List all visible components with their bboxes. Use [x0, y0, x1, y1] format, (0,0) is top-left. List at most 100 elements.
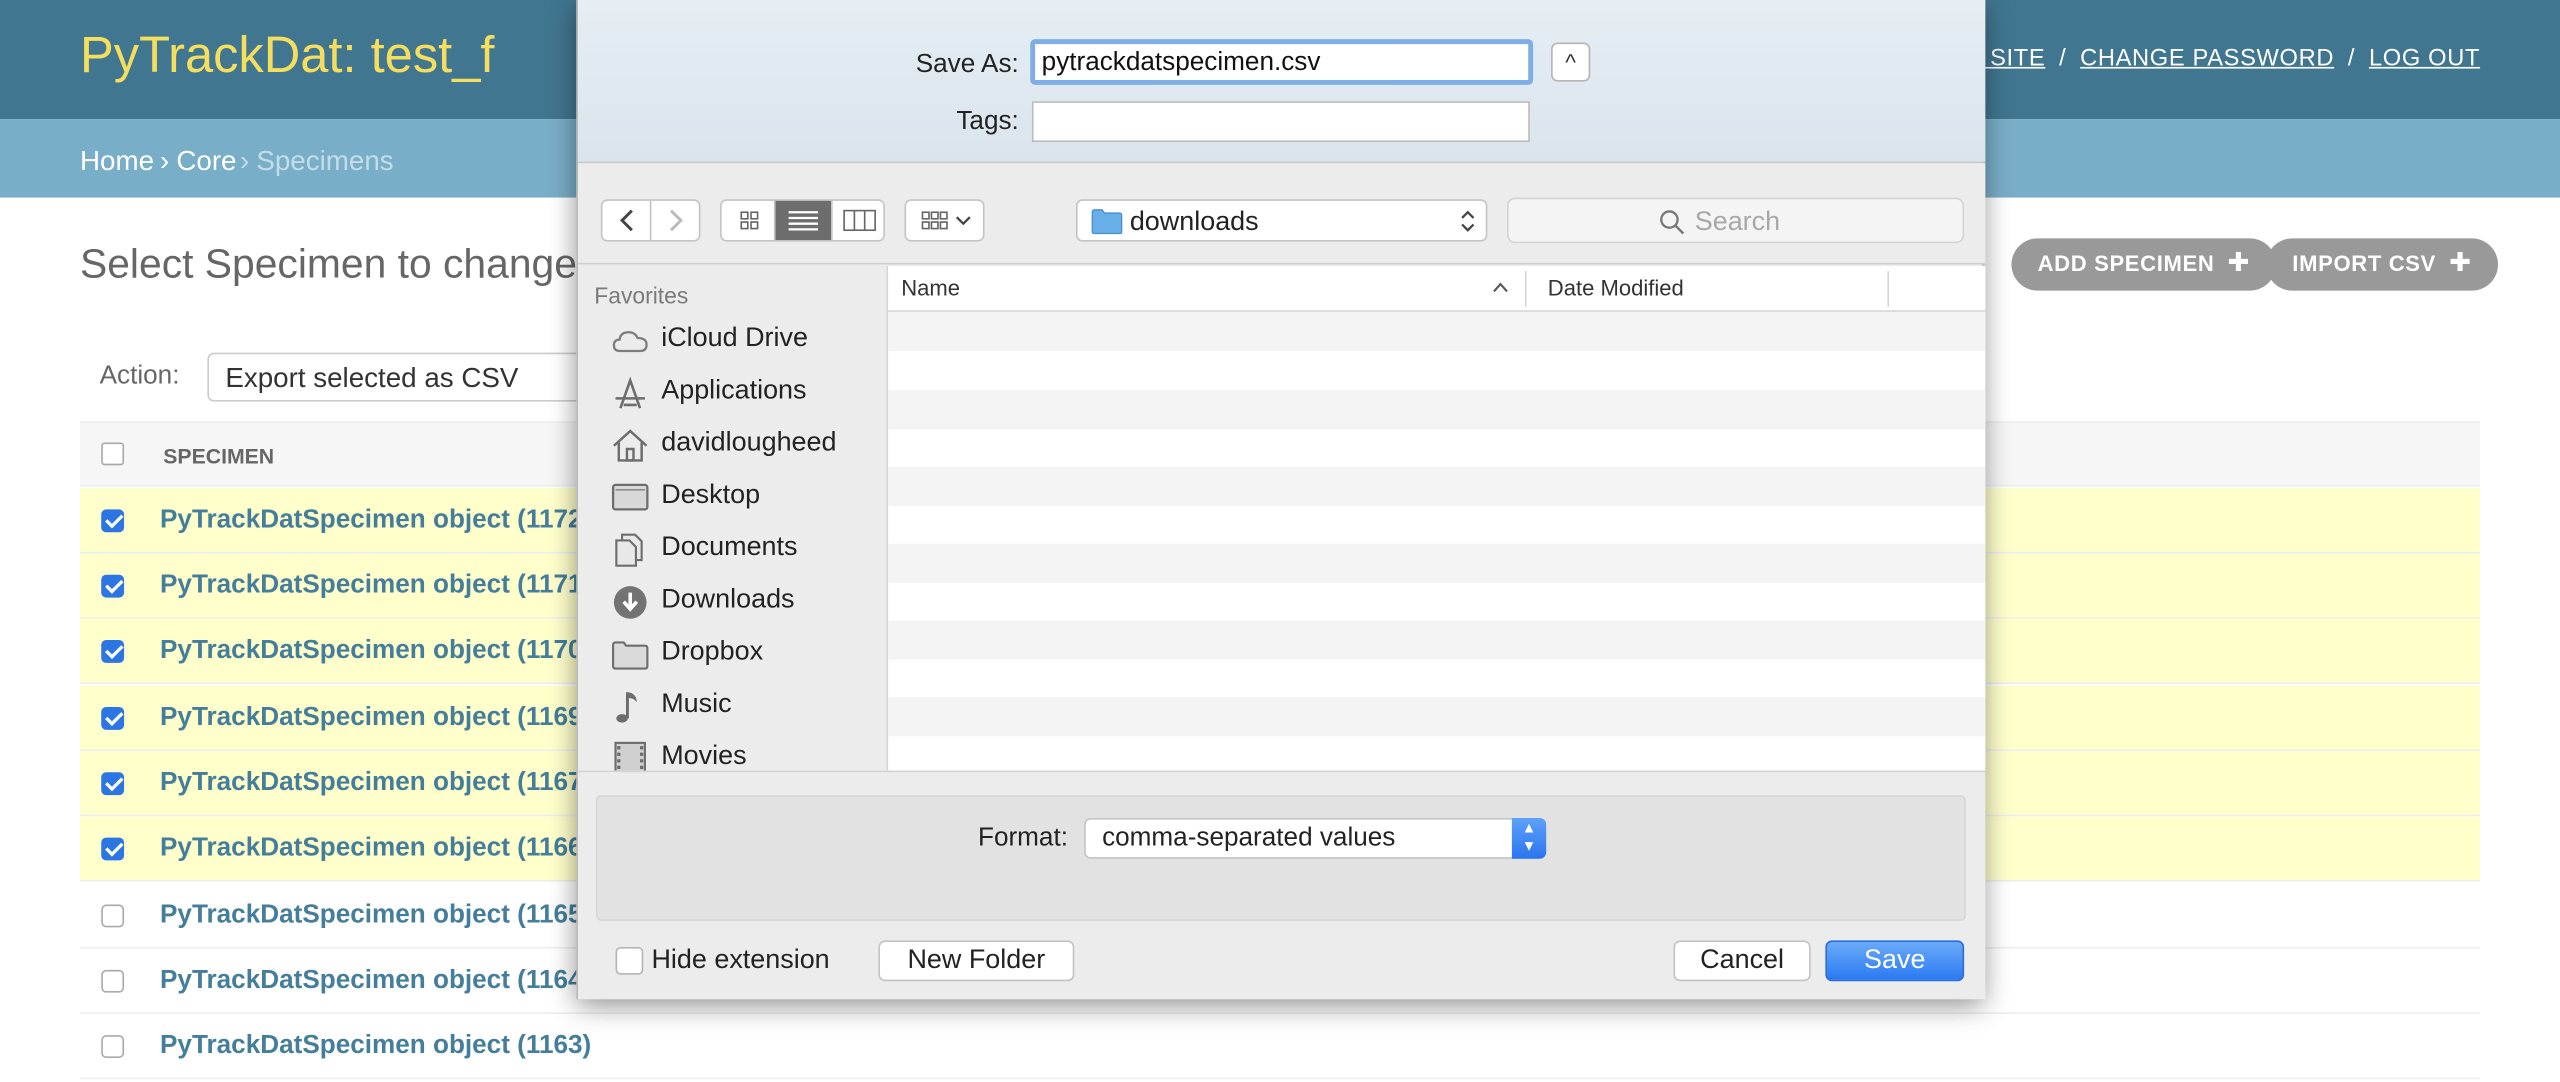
row-checkbox[interactable] — [101, 574, 125, 598]
list-row — [888, 390, 1986, 430]
search-placeholder: Search — [1694, 207, 1781, 237]
sidebar-item-label: Dropbox — [661, 636, 764, 667]
group-button[interactable] — [904, 199, 985, 242]
plus-icon: ✚ — [2449, 249, 2472, 278]
import-csv-label: IMPORT CSV — [2292, 251, 2437, 276]
favorites-sidebar: Favorites iCloud Drive Applications davi… — [577, 266, 889, 771]
specimen-link[interactable]: PyTrackDatSpecimen object (1167) — [160, 769, 591, 798]
desktop-icon — [611, 483, 649, 511]
location-popup[interactable]: downloads — [1075, 199, 1488, 242]
sidebar-item-documents[interactable]: Documents — [611, 531, 887, 570]
folder-icon — [612, 641, 649, 670]
favorites-heading: Favorites — [594, 282, 689, 309]
updown-icon: ▲ ▼ — [1511, 817, 1547, 859]
search-field[interactable]: Search — [1506, 197, 1965, 244]
row-checkbox[interactable] — [101, 706, 125, 730]
specimen-link[interactable]: PyTrackDatSpecimen object (1171) — [160, 571, 591, 600]
applications-icon — [615, 376, 645, 409]
specimen-link[interactable]: PyTrackDatSpecimen object (1170) — [160, 637, 591, 666]
row-checkbox[interactable] — [101, 837, 125, 861]
sidebar-item-davidlougheed[interactable]: davidlougheed — [611, 426, 887, 465]
specimen-link[interactable]: PyTrackDatSpecimen object (1164) — [160, 967, 591, 996]
sidebar-item-applications[interactable]: Applications — [611, 374, 887, 413]
sidebar-item-label: iCloud Drive — [661, 323, 808, 353]
breadcrumb-home[interactable]: Home — [80, 145, 154, 178]
sidebar-item-label: Documents — [661, 532, 798, 562]
save-as-field[interactable]: pytrackdatspecimen.csv — [1030, 39, 1534, 85]
format-value: comma-separated values — [1102, 824, 1396, 853]
sidebar-item-movies[interactable]: Movies — [611, 740, 887, 771]
music-icon — [616, 692, 637, 723]
row-checkbox[interactable] — [101, 969, 125, 993]
action-select[interactable]: Export selected as CSV — [207, 352, 600, 402]
location-label: downloads — [1129, 207, 1259, 237]
sidebar-item-label: Downloads — [661, 584, 795, 614]
sort-ascending-icon — [1493, 282, 1508, 293]
cancel-button[interactable]: Cancel — [1673, 940, 1811, 982]
column-header-date-modified[interactable]: Date Modified — [1548, 276, 1684, 300]
forward-button[interactable] — [651, 201, 700, 240]
breadcrumb-current: Specimens — [256, 145, 394, 177]
back-button[interactable] — [602, 200, 652, 241]
file-list: Name Date Modified — [888, 266, 1986, 771]
page-title: Select Specimen to change — [80, 241, 577, 288]
sidebar-item-downloads[interactable]: Downloads — [611, 583, 887, 622]
breadcrumb-separator: › — [240, 145, 250, 177]
hide-extension-checkbox[interactable] — [615, 946, 644, 975]
sidebar-item-icloud-drive[interactable]: iCloud Drive — [611, 322, 887, 361]
row-checkbox[interactable] — [101, 1035, 125, 1058]
list-row — [888, 466, 1986, 507]
separator: / — [2059, 45, 2067, 72]
tags-field[interactable] — [1031, 101, 1530, 143]
cloud-icon — [612, 331, 648, 353]
row-checkbox[interactable] — [101, 772, 125, 796]
columns-icon — [843, 209, 876, 232]
save-as-label: Save As: — [915, 50, 1019, 79]
row-checkbox[interactable] — [101, 640, 125, 663]
column-view-button[interactable] — [831, 200, 885, 241]
save-button[interactable]: Save — [1825, 940, 1965, 982]
sidebar-item-label: Desktop — [661, 480, 761, 510]
specimen-link[interactable]: PyTrackDatSpecimen object (1166) — [160, 834, 591, 863]
specimen-link[interactable]: PyTrackDatSpecimen object (1169) — [160, 704, 591, 733]
sidebar-item-dropbox[interactable]: Dropbox — [611, 635, 887, 674]
list-view-button[interactable] — [775, 200, 832, 241]
specimen-link[interactable]: PyTrackDatSpecimen object (1165) — [160, 901, 591, 930]
select-all-checkbox[interactable] — [101, 442, 125, 466]
column-header-specimen[interactable]: SPECIMEN — [163, 444, 274, 468]
specimen-link[interactable]: PyTrackDatSpecimen object (1163) — [160, 1032, 591, 1061]
row-checkbox[interactable] — [101, 509, 125, 533]
table-row: PyTrackDatSpecimen object (1163) — [80, 1014, 2481, 1080]
sidebar-item-label: davidlougheed — [661, 427, 837, 458]
sidebar-item-music[interactable]: Music — [611, 687, 887, 726]
chevron-left-icon — [619, 209, 633, 232]
add-specimen-label: ADD SPECIMEN — [2037, 251, 2215, 276]
site-brand[interactable]: PyTrackDat: test_f — [80, 26, 494, 85]
list-icon — [788, 211, 818, 231]
grid-icon — [740, 211, 759, 230]
group-icon — [921, 211, 971, 230]
dialog-footer: Format: comma-separated values ▲ ▼ Hide e… — [577, 770, 1986, 1000]
icon-view-button[interactable] — [722, 200, 776, 241]
collapse-dialog-button[interactable]: ^ — [1551, 42, 1591, 82]
row-checkbox[interactable] — [101, 904, 125, 928]
breadcrumb-core[interactable]: Core — [176, 145, 236, 178]
import-csv-button[interactable]: IMPORT CSV ✚ — [2266, 238, 2498, 291]
format-select[interactable]: comma-separated values ▲ ▼ — [1084, 817, 1547, 859]
log-out-link[interactable]: LOG OUT — [2369, 46, 2480, 72]
home-icon — [613, 429, 648, 462]
column-divider — [1887, 271, 1890, 307]
hide-extension-label[interactable]: Hide extension — [651, 945, 829, 976]
movies-icon — [614, 741, 646, 771]
navigation-buttons — [600, 199, 701, 242]
specimen-link[interactable]: PyTrackDatSpecimen object (1172) — [160, 506, 591, 535]
column-header-name[interactable]: Name — [901, 276, 960, 300]
sidebar-item-desktop[interactable]: Desktop — [611, 478, 887, 517]
add-specimen-button[interactable]: ADD SPECIMEN ✚ — [2011, 238, 2277, 291]
sidebar-item-label: Movies — [661, 741, 747, 771]
new-folder-button[interactable]: New Folder — [878, 940, 1075, 982]
change-password-link[interactable]: CHANGE PASSWORD — [2080, 46, 2334, 72]
tags-label: Tags: — [956, 107, 1019, 136]
folder-icon — [1091, 209, 1123, 235]
column-divider — [1524, 271, 1527, 307]
